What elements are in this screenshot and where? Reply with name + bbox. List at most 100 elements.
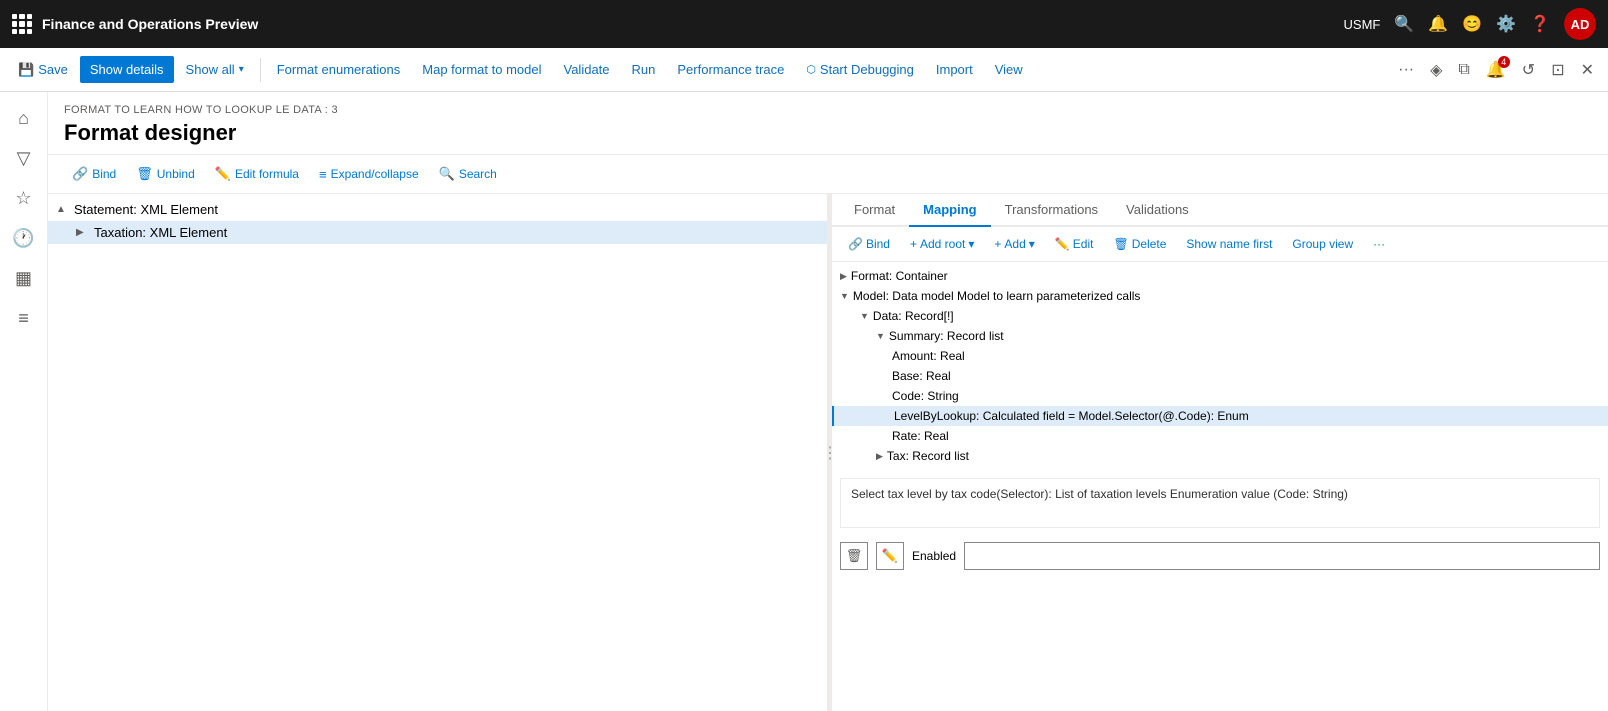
avatar[interactable]: AD [1564, 8, 1596, 40]
close-button[interactable]: ✕ [1575, 54, 1600, 86]
start-debugging-button[interactable]: ⬡ Start Debugging [796, 56, 924, 83]
expand-icon: ▶ [76, 227, 90, 238]
tab-mapping[interactable]: Mapping [909, 194, 990, 227]
ellipsis-button[interactable]: ··· [1392, 55, 1420, 85]
validate-button[interactable]: Validate [554, 56, 620, 83]
breadcrumb: FORMAT TO LEARN HOW TO LOOKUP LE DATA : … [64, 104, 1592, 116]
left-pane: ▲ Statement: XML Element ▶ Taxation: XML… [48, 194, 828, 711]
tree-rate[interactable]: Rate: Real [832, 426, 1608, 446]
link-icon: 🔗 [848, 237, 863, 251]
tab-transformations[interactable]: Transformations [991, 194, 1112, 227]
main-content: ⌂ ▽ ☆ 🕐 ▦ ≡ FORMAT TO LEARN HOW TO LOOKU… [0, 92, 1608, 711]
grid-icon[interactable] [12, 14, 32, 34]
tree-base[interactable]: Base: Real [832, 366, 1608, 386]
app-title: Finance and Operations Preview [42, 16, 1334, 32]
star-icon[interactable]: ☆ [6, 180, 42, 216]
search-icon[interactable]: 🔍 [1394, 14, 1414, 34]
calendar-icon[interactable]: ▦ [6, 260, 42, 296]
show-details-button[interactable]: Show details [80, 56, 174, 83]
collapse-icon: ▼ [860, 311, 869, 321]
enabled-input[interactable] [964, 542, 1600, 570]
mapping-bind-button[interactable]: 🔗 Bind [840, 233, 898, 255]
view-button[interactable]: View [985, 56, 1033, 83]
badge-button[interactable]: 🔔4 [1480, 54, 1512, 86]
tab-format[interactable]: Format [840, 194, 909, 227]
edit-enabled-button[interactable]: ✏️ [876, 542, 904, 570]
save-button[interactable]: 💾 Save [8, 56, 78, 84]
undock-button[interactable]: ⊡ [1545, 54, 1570, 86]
tree-amount[interactable]: Amount: Real [832, 346, 1608, 366]
separator [260, 58, 261, 82]
refresh-button[interactable]: ↺ [1516, 54, 1541, 86]
run-button[interactable]: Run [622, 56, 666, 83]
home-icon[interactable]: ⌂ [6, 100, 42, 136]
search-icon: 🔍 [439, 166, 455, 182]
search-button[interactable]: 🔍 Search [431, 161, 505, 187]
edit-icon: ✏️ [1055, 237, 1070, 251]
list-icon[interactable]: ≡ [6, 300, 42, 336]
show-all-button[interactable]: Show all ▾ [176, 56, 254, 83]
bind-button[interactable]: 🔗 Bind [64, 161, 124, 187]
tree-data-record[interactable]: ▼ Data: Record[!] [832, 306, 1608, 326]
tree-code[interactable]: Code: String [832, 386, 1608, 406]
top-bar: Finance and Operations Preview USMF 🔍 🔔 … [0, 0, 1608, 48]
edit-button[interactable]: ✏️ Edit [1047, 233, 1102, 255]
save-icon: 💾 [18, 62, 34, 78]
chevron-down-icon: ▾ [239, 64, 244, 75]
expand-icon: ▶ [840, 271, 847, 282]
expand-icon: ≡ [319, 167, 327, 182]
edit-formula-button[interactable]: ✏️ Edit formula [207, 161, 307, 187]
format-tree: ▲ Statement: XML Element ▶ Taxation: XML… [48, 194, 827, 248]
help-icon[interactable]: ❓ [1530, 14, 1550, 34]
emoji-icon[interactable]: 😊 [1462, 14, 1482, 34]
import-button[interactable]: Import [926, 56, 983, 83]
plus-icon: + [994, 237, 1001, 251]
tabs: Format Mapping Transformations Validatio… [832, 194, 1608, 227]
tab-validations[interactable]: Validations [1112, 194, 1203, 227]
edit-icon: ✏️ [215, 166, 231, 182]
unbind-button[interactable]: 🗑 Unbind [128, 161, 203, 187]
notification-icon[interactable]: 🔔 [1428, 14, 1448, 34]
map-format-to-model-button[interactable]: Map format to model [412, 56, 551, 83]
toolbar: 💾 Save Show details Show all ▾ Format en… [0, 48, 1608, 92]
trash-icon: 🗑 [136, 166, 153, 182]
link-icon: 🔗 [72, 166, 88, 182]
chevron-icon: ▾ [1029, 237, 1035, 251]
delete-enabled-button[interactable]: 🗑 [840, 542, 868, 570]
tree-summary[interactable]: ▼ Summary: Record list [832, 326, 1608, 346]
data-tree: ▶ Format: Container ▼ Model: Data model … [832, 262, 1608, 470]
clock-icon[interactable]: 🕐 [6, 220, 42, 256]
sidebar-nav: ⌂ ▽ ☆ 🕐 ▦ ≡ [0, 92, 48, 711]
show-name-first-button[interactable]: Show name first [1178, 233, 1280, 255]
debug-icon: ⬡ [806, 63, 816, 76]
collapse-icon: ▼ [876, 331, 885, 341]
enabled-row: 🗑 ✏️ Enabled [832, 536, 1608, 576]
add-root-button[interactable]: + Add root ▾ [902, 233, 982, 255]
delete-button[interactable]: 🗑 Delete [1105, 233, 1174, 255]
collapse-icon: ▼ [840, 291, 849, 301]
diamond-icon-button[interactable]: ◈ [1424, 54, 1448, 86]
usmf-label: USMF [1344, 17, 1381, 32]
format-enumerations-button[interactable]: Format enumerations [267, 56, 411, 83]
trash-icon: 🗑 [1113, 237, 1128, 251]
tree-level-by-lookup[interactable]: LevelByLookup: Calculated field = Model.… [832, 406, 1608, 426]
tree-model[interactable]: ▼ Model: Data model Model to learn param… [832, 286, 1608, 306]
tree-item-statement[interactable]: ▲ Statement: XML Element [48, 198, 827, 221]
tree-format-container[interactable]: ▶ Format: Container [832, 266, 1608, 286]
expand-button[interactable]: ⧉ [1452, 55, 1475, 85]
group-view-button[interactable]: Group view [1284, 233, 1361, 255]
more-button[interactable]: ··· [1365, 233, 1393, 255]
page-header: FORMAT TO LEARN HOW TO LOOKUP LE DATA : … [48, 92, 1608, 155]
filter-icon[interactable]: ▽ [6, 140, 42, 176]
performance-trace-button[interactable]: Performance trace [667, 56, 794, 83]
page-title: Format designer [64, 120, 1592, 146]
top-bar-right: USMF 🔍 🔔 😊 ⚙️ ❓ AD [1344, 8, 1596, 40]
description-box: Select tax level by tax code(Selector): … [840, 478, 1600, 528]
expand-collapse-button[interactable]: ≡ Expand/collapse [311, 162, 427, 187]
settings-icon[interactable]: ⚙️ [1496, 14, 1516, 34]
add-button[interactable]: + Add ▾ [986, 233, 1042, 255]
expand-icon: ▶ [876, 451, 883, 462]
tree-item-taxation[interactable]: ▶ Taxation: XML Element [48, 221, 827, 244]
tree-tax[interactable]: ▶ Tax: Record list [832, 446, 1608, 466]
right-pane: Format Mapping Transformations Validatio… [832, 194, 1608, 711]
